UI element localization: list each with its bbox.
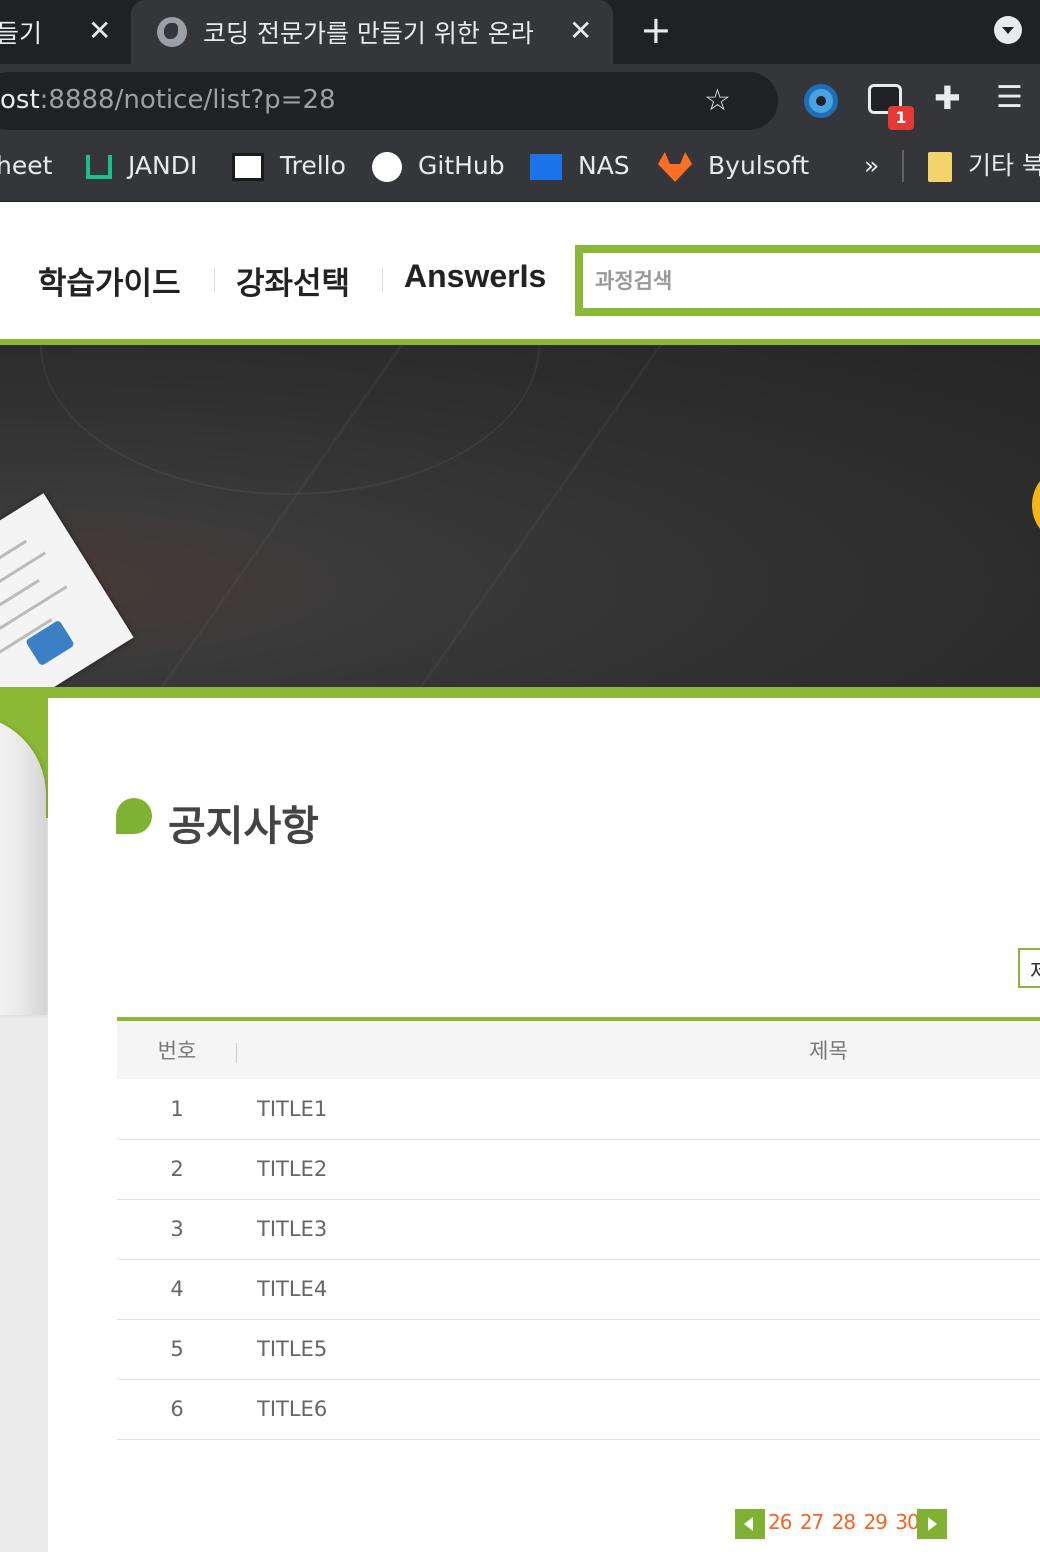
extension-eye-icon[interactable] xyxy=(804,84,838,118)
page-link[interactable]: 30 xyxy=(895,1510,919,1534)
row-number: 2 xyxy=(117,1139,237,1200)
url-host: ost xyxy=(0,85,40,115)
table-header-row: 번호 제목 xyxy=(117,1019,1040,1079)
course-search-input[interactable] xyxy=(595,263,1035,299)
tab-title: 코딩 전문가를 만들기 위한 온라 xyxy=(203,19,534,48)
bookmark-byulsoft[interactable]: Byulsoft xyxy=(658,148,809,184)
bookmark-item[interactable]: heet xyxy=(0,148,52,184)
nav-divider xyxy=(214,268,215,292)
close-icon[interactable]: ✕ xyxy=(88,14,111,48)
nav-divider xyxy=(382,268,383,292)
row-title-link[interactable]: TITLE2 xyxy=(237,1139,1040,1200)
jandi-icon xyxy=(86,155,112,179)
bookmark-label: heet xyxy=(0,151,53,180)
column-header-title: 제목 xyxy=(809,1039,848,1063)
bookmarks-bar: heet JANDI Trello GitHub NAS Byulsoft » … xyxy=(0,140,1040,202)
page-link[interactable]: 29 xyxy=(863,1510,887,1534)
gitlab-icon xyxy=(658,152,692,182)
new-tab-button[interactable]: + xyxy=(640,10,672,50)
bookmark-trello[interactable]: Trello xyxy=(232,148,346,184)
table-row[interactable]: 6 TITLE6 xyxy=(117,1379,1040,1440)
extension-badge: 1 xyxy=(888,106,914,130)
bookmark-nas[interactable]: NAS xyxy=(530,148,630,184)
page-link[interactable]: 26 xyxy=(768,1510,792,1534)
banner-decoration xyxy=(40,345,540,495)
row-number: 5 xyxy=(117,1319,237,1380)
notice-table: 번호 제목 1 TITLE1 2 TITLE2 3 TITLE3 4 TITLE… xyxy=(117,1017,1040,1440)
bookmark-github[interactable]: GitHub xyxy=(372,148,505,184)
nav-answeris[interactable]: AnswerIs xyxy=(404,258,546,295)
table-row[interactable]: 4 TITLE4 xyxy=(117,1259,1040,1320)
bookmarks-divider xyxy=(902,150,904,182)
extensions-puzzle-icon[interactable]: ✚ xyxy=(934,80,961,116)
page-title: 공지사항 xyxy=(168,802,319,850)
paper-illustration xyxy=(0,493,134,687)
course-search-box xyxy=(575,245,1040,316)
reading-list-icon[interactable]: ☰ xyxy=(996,80,1023,116)
row-number: 3 xyxy=(117,1199,237,1260)
other-bookmarks-folder[interactable]: 기타 북 xyxy=(928,148,1040,184)
row-title-link[interactable]: TITLE3 xyxy=(237,1199,1040,1260)
row-title-link[interactable]: TITLE5 xyxy=(237,1319,1040,1380)
bookmark-jandi[interactable]: JANDI xyxy=(86,148,197,184)
row-title-link[interactable]: TITLE6 xyxy=(237,1379,1040,1440)
column-header-number: 번호 xyxy=(117,1019,237,1079)
url-path: :8888/notice/list?p=28 xyxy=(39,85,336,115)
page-link-current[interactable]: 28 xyxy=(832,1510,856,1534)
globe-icon xyxy=(157,17,187,47)
search-type-select[interactable]: 제 xyxy=(1018,948,1040,988)
browser-tab[interactable]: 들기 ✕ xyxy=(0,0,130,64)
trello-icon xyxy=(232,153,264,181)
banner-bottom-border xyxy=(0,687,1040,698)
page-link[interactable]: 27 xyxy=(800,1510,824,1534)
row-title-link[interactable]: TITLE4 xyxy=(237,1259,1040,1320)
nav-learning-guide[interactable]: 학습가이드 xyxy=(38,258,181,303)
row-number: 6 xyxy=(117,1379,237,1440)
bookmark-star-icon[interactable]: ☆ xyxy=(704,86,731,116)
close-icon[interactable]: ✕ xyxy=(569,14,592,48)
table-row[interactable]: 2 TITLE2 xyxy=(117,1139,1040,1200)
nav-course-select[interactable]: 강좌선택 xyxy=(236,258,350,303)
bookmark-label: GitHub xyxy=(418,151,505,180)
url-text[interactable]: ost:8888/notice/list?p=28 xyxy=(0,85,336,115)
folder-icon xyxy=(928,152,952,182)
address-bar[interactable]: ost:8888/notice/list?p=28 ☆ xyxy=(0,72,778,130)
bookmark-label: Byulsoft xyxy=(708,151,810,180)
table-row[interactable]: 1 TITLE1 xyxy=(117,1079,1040,1140)
bookmark-label: 기타 북 xyxy=(968,151,1040,180)
bookmark-label: JANDI xyxy=(128,151,198,180)
dsm-icon xyxy=(530,154,562,180)
row-number: 4 xyxy=(117,1259,237,1320)
row-number: 1 xyxy=(117,1079,237,1140)
row-title-link[interactable]: TITLE1 xyxy=(237,1079,1040,1140)
next-page-arrow-icon[interactable] xyxy=(917,1509,947,1539)
bookmark-label: Trello xyxy=(280,151,346,180)
bookmark-label: NAS xyxy=(578,151,630,180)
tab-search-icon[interactable] xyxy=(994,16,1022,44)
prev-page-arrow-icon[interactable] xyxy=(735,1509,765,1539)
table-row[interactable]: 5 TITLE5 xyxy=(117,1319,1040,1380)
hero-banner xyxy=(0,345,1040,687)
leaf-bullet-icon xyxy=(116,798,152,834)
browser-toolbar: ost:8888/notice/list?p=28 ☆ 1 ✚ ☰ xyxy=(0,64,1040,140)
site-header: 학습가이드 강좌선택 AnswerIs xyxy=(0,202,1040,339)
browser-tab-bar: 들기 ✕ 코딩 전문가를 만들기 위한 온라 ✕ + xyxy=(0,0,1040,64)
browser-tab-active[interactable]: 코딩 전문가를 만들기 위한 온라 ✕ xyxy=(131,0,613,64)
tab-title: 들기 xyxy=(0,19,43,48)
bookmarks-overflow-button[interactable]: » xyxy=(864,148,879,184)
table-row[interactable]: 3 TITLE3 xyxy=(117,1199,1040,1260)
github-icon xyxy=(372,152,402,182)
page-number-list: 26 27 28 29 30 xyxy=(768,1510,922,1534)
